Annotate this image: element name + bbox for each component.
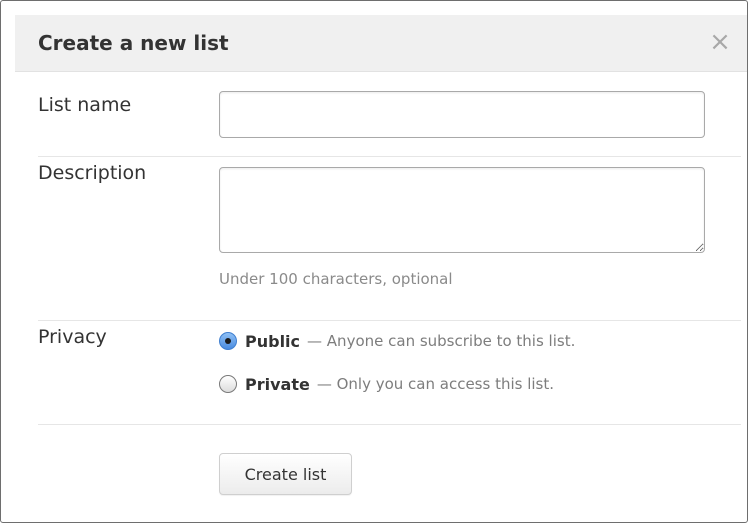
public-option-description: — Anyone can subscribe to this list. [307,332,576,350]
public-radio[interactable] [219,332,237,350]
divider [38,320,741,321]
divider [38,156,741,157]
description-textarea[interactable] [219,167,705,253]
private-option-label: Private [245,374,310,394]
privacy-option-private[interactable]: Private — Only you can access this list. [219,372,554,396]
private-option-description: — Only you can access this list. [316,375,555,393]
close-icon[interactable]: × [707,29,733,55]
create-list-button[interactable]: Create list [219,453,352,495]
private-radio[interactable] [219,375,237,393]
dialog-header: Create a new list × [15,15,747,72]
public-option-label: Public [245,331,301,351]
privacy-label: Privacy [38,326,107,348]
list-name-label: List name [38,94,132,116]
privacy-option-public[interactable]: Public — Anyone can subscribe to this li… [219,329,575,353]
divider [38,424,741,425]
create-list-dialog: Create a new list × List name Descriptio… [0,0,748,523]
description-hint: Under 100 characters, optional [219,270,453,288]
list-name-input[interactable] [219,91,705,138]
dialog-title: Create a new list [38,31,229,55]
description-label: Description [38,162,147,184]
